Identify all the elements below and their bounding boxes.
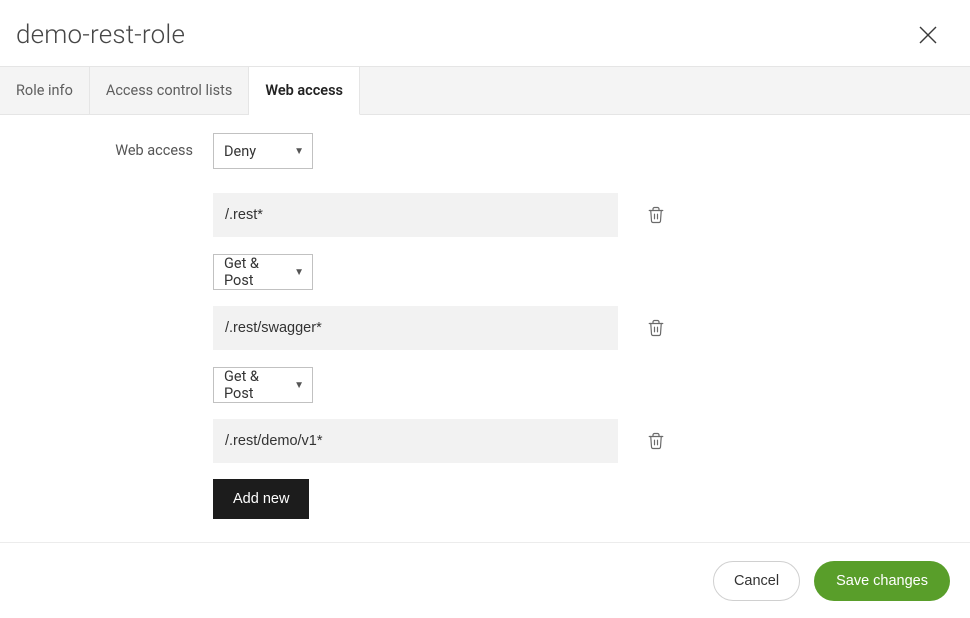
web-access-select-value: Deny xyxy=(224,143,256,160)
close-button[interactable] xyxy=(914,21,942,49)
method-select[interactable]: Get & Post ▼ xyxy=(213,367,313,403)
path-input[interactable] xyxy=(213,193,618,237)
tab-bar: Role info Access control lists Web acces… xyxy=(0,66,970,115)
tab-access-control-lists[interactable]: Access control lists xyxy=(90,67,249,114)
chevron-down-icon: ▼ xyxy=(294,267,304,278)
path-input[interactable] xyxy=(213,306,618,350)
add-new-button[interactable]: Add new xyxy=(213,479,309,519)
cancel-button[interactable]: Cancel xyxy=(713,561,800,601)
footer-bar: Cancel Save changes xyxy=(0,542,970,618)
close-icon xyxy=(916,23,940,47)
trash-icon xyxy=(647,319,665,337)
content-scroll[interactable]: Web access Deny ▼ xyxy=(0,115,970,529)
tab-web-access[interactable]: Web access xyxy=(249,67,360,115)
chevron-down-icon: ▼ xyxy=(294,380,304,391)
method-select-value: Get & Post xyxy=(224,255,288,289)
web-access-select[interactable]: Deny ▼ xyxy=(213,133,313,169)
path-input[interactable] xyxy=(213,419,618,463)
trash-icon xyxy=(647,432,665,450)
tab-role-info[interactable]: Role info xyxy=(0,67,90,114)
delete-entry-button[interactable] xyxy=(646,431,666,451)
chevron-down-icon: ▼ xyxy=(294,146,304,157)
delete-entry-button[interactable] xyxy=(646,318,666,338)
save-changes-button[interactable]: Save changes xyxy=(814,561,950,601)
web-access-label: Web access xyxy=(60,133,213,159)
method-select-value: Get & Post xyxy=(224,368,288,402)
trash-icon xyxy=(647,206,665,224)
page-title: demo-rest-role xyxy=(16,20,185,50)
method-select[interactable]: Get & Post ▼ xyxy=(213,254,313,290)
delete-entry-button[interactable] xyxy=(646,205,666,225)
